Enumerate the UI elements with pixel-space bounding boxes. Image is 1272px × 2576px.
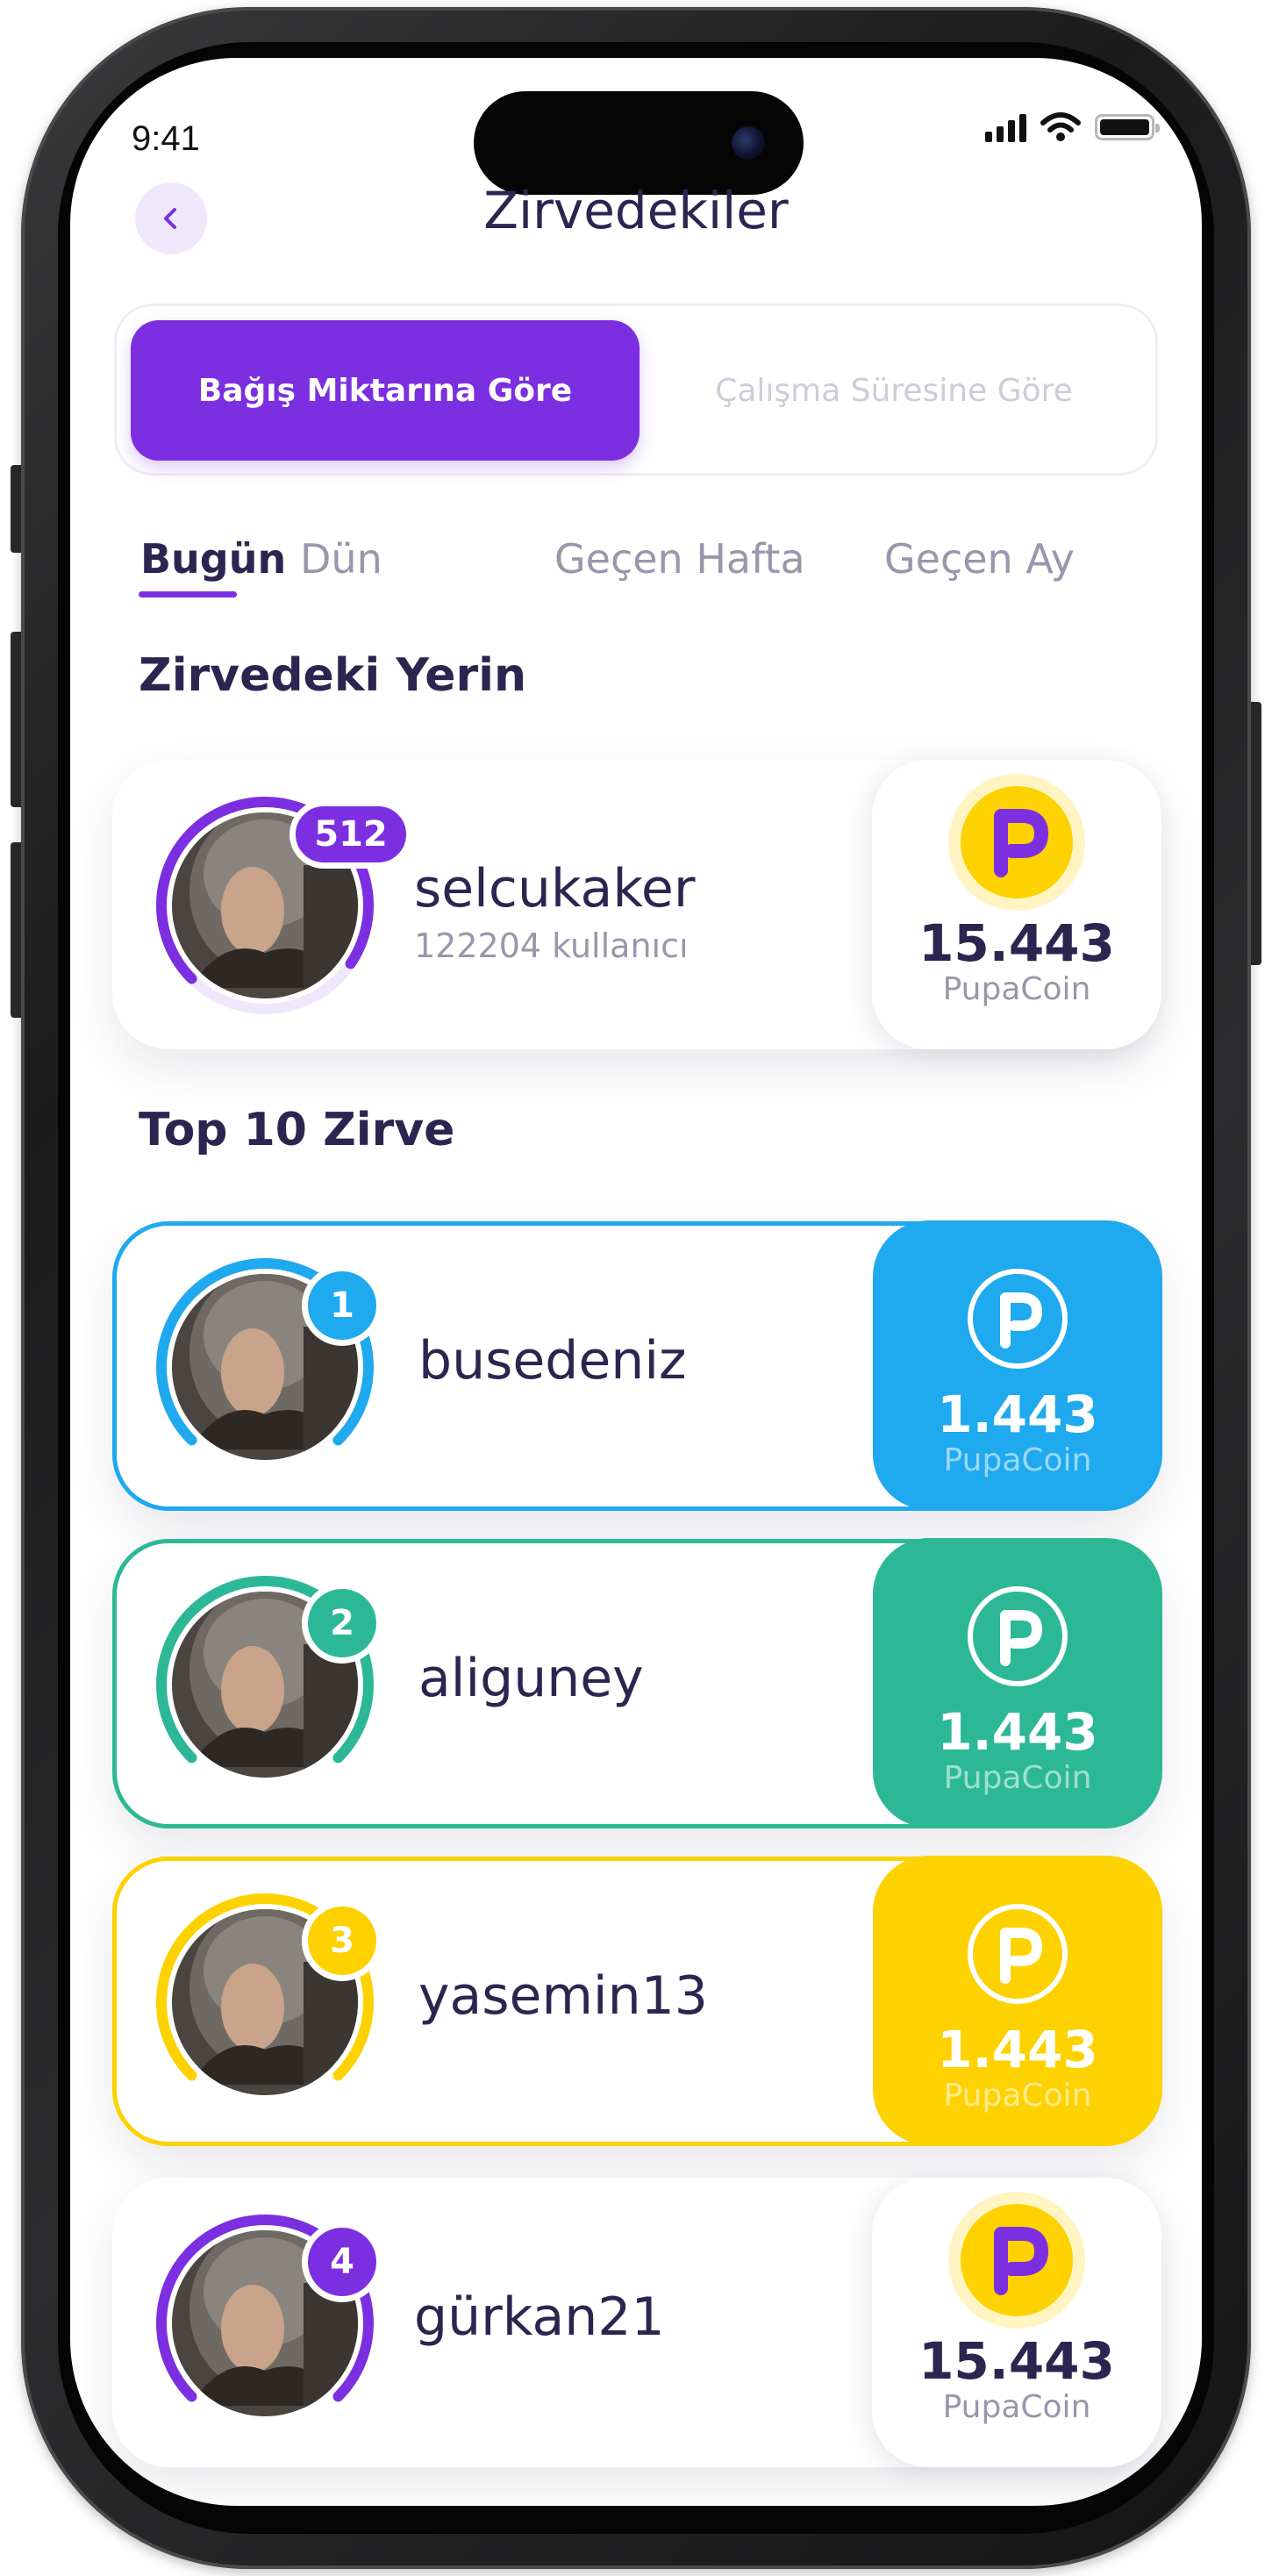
pupacoin-icon — [948, 774, 1085, 911]
coin-balance-box[interactable]: 15.443 PupaCoin — [872, 760, 1161, 1049]
avatar-group: 2 — [151, 1571, 382, 1799]
coin-amount: 15.443 — [918, 2331, 1115, 2391]
status-icons — [985, 112, 1160, 142]
rank-badge: 4 — [302, 2222, 382, 2302]
battery-icon — [1095, 114, 1160, 140]
username: busedeniz — [418, 1330, 687, 1392]
section-title-top10: Top 10 Zirve — [139, 1104, 455, 1156]
coin-amount: 1.443 — [937, 2020, 1098, 2079]
tab-last-week[interactable]: Geçen Hafta — [554, 535, 805, 583]
avatar-group: 1 — [151, 1253, 382, 1481]
page-title: Zirvedekiler — [483, 181, 789, 240]
coin-amount: 1.443 — [937, 1385, 1098, 1444]
avatar-group: 3 — [151, 1888, 382, 2116]
segment-donation-amount[interactable]: Bağış Miktarına Göre — [131, 320, 640, 461]
signal-icon — [985, 112, 1026, 142]
period-tabs: Bugün Dün Geçen Hafta Geçen Ay — [70, 535, 1202, 614]
tab-today[interactable]: Bugün — [140, 535, 286, 583]
front-camera — [732, 126, 765, 160]
app-screen: 9:41 Zirvedekiler Bağış Miktarına Göre Ç… — [70, 58, 1202, 2506]
username: yasemin13 — [418, 1965, 708, 2027]
tab-yesterday[interactable]: Dün — [300, 535, 382, 583]
pupacoin-icon — [968, 1586, 1068, 1686]
coin-unit: PupaCoin — [943, 1760, 1092, 1796]
rank-badge: 1 — [302, 1265, 382, 1346]
leaderboard-card[interactable]: 2 aliguney 1.443 PupaCoin — [112, 1538, 1162, 1828]
tab-last-month[interactable]: Geçen Ay — [884, 535, 1075, 583]
leaderboard-card[interactable]: 3 yasemin13 1.443 PupaCoin — [112, 1856, 1162, 2146]
username: selcukaker — [414, 858, 696, 919]
pupacoin-icon — [948, 2192, 1085, 2329]
coin-balance-box[interactable]: 15.443 PupaCoin — [872, 2178, 1161, 2467]
coin-unit: PupaCoin — [942, 2389, 1091, 2425]
section-title-my-rank: Zirvedeki Yerin — [139, 649, 526, 702]
username: aliguney — [418, 1648, 644, 1709]
dynamic-island — [474, 91, 804, 195]
leaderboard-card[interactable]: 1 busedeniz 1.443 PupaCoin — [112, 1220, 1162, 1511]
leaderboard-card[interactable]: 4 gürkan21 15.443 PupaCoin — [112, 2178, 1161, 2467]
segment-working-time[interactable]: Çalışma Süresine Göre — [648, 320, 1140, 461]
my-rank-card[interactable]: 512 selcukaker 122204 kullanıcı 15.443 P… — [112, 760, 1161, 1049]
username: gürkan21 — [414, 2286, 665, 2348]
coin-unit: PupaCoin — [942, 971, 1091, 1007]
rank-badge: 512 — [289, 800, 412, 869]
coin-balance-box[interactable]: 1.443 PupaCoin — [873, 1220, 1162, 1510]
pupacoin-icon — [968, 1904, 1068, 2004]
coin-unit: PupaCoin — [943, 2078, 1092, 2114]
coin-balance-box[interactable]: 1.443 PupaCoin — [873, 1856, 1162, 2145]
rank-badge: 2 — [302, 1583, 382, 1664]
coin-balance-box[interactable]: 1.443 PupaCoin — [873, 1538, 1162, 1828]
my-avatar-group: 512 — [151, 791, 412, 1020]
coin-amount: 1.443 — [937, 1702, 1098, 1762]
wifi-icon — [1040, 112, 1081, 141]
user-count: 122204 kullanıcı — [414, 927, 689, 965]
status-time: 9:41 — [132, 119, 200, 158]
active-tab-indicator — [139, 591, 237, 597]
sort-segment-control: Bağış Miktarına Göre Çalışma Süresine Gö… — [114, 304, 1158, 476]
avatar-group: 4 — [151, 2209, 382, 2437]
coin-unit: PupaCoin — [943, 1442, 1092, 1478]
coin-amount: 15.443 — [918, 913, 1115, 973]
pupacoin-icon — [968, 1269, 1068, 1369]
rank-badge: 3 — [302, 1900, 382, 1981]
